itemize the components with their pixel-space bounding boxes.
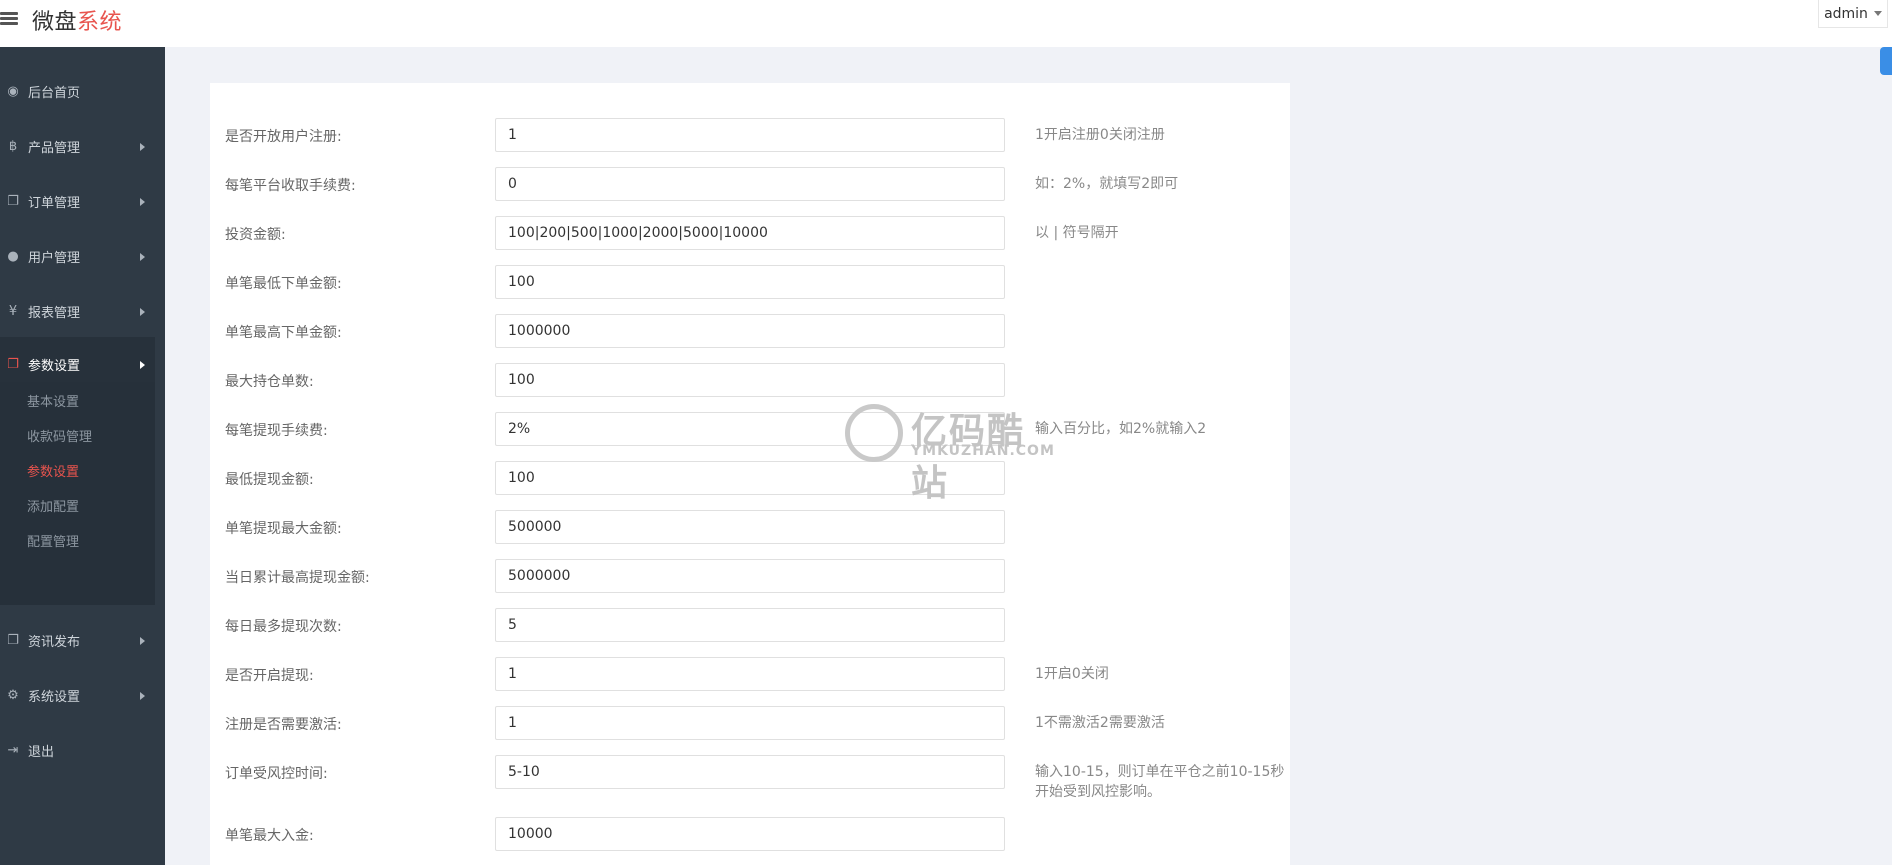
sidebar-item-label: 参数设置 [28,359,81,374]
sidebar: ◉ 后台首页 ฿ 产品管理 ❐ 订单管理 ● 用户管理 ¥ 报表管理 ❐ 参数设… [0,47,165,865]
field-label: 最低提现金额: [225,472,314,488]
field-input-risk-time[interactable] [495,755,1005,789]
field-input-enable-withdraw[interactable] [495,657,1005,691]
field-input-open-register[interactable] [495,118,1005,152]
user-icon: ● [7,248,19,264]
brand-title: 微盘系统 [32,4,122,36]
sidebar-item-label: 产品管理 [28,141,81,156]
field-help: 1开启注册0关闭注册 [1035,127,1165,143]
field-input-platform-fee[interactable] [495,167,1005,201]
field-label: 单笔最高下单金额: [225,325,342,341]
dashboard-icon: ◉ [7,83,19,99]
sidebar-item-label: 后台首页 [28,86,81,101]
field-label: 投资金额: [225,227,286,243]
user-name: admin [1824,5,1868,22]
brand-main: 微盘 [32,10,78,35]
sidebar-item-label: 报表管理 [28,306,81,321]
field-help: 输入10-15，则订单在平仓之前10-15秒开始受到风控影响。 [1035,764,1285,800]
caret-down-icon [1873,11,1882,16]
submenu-item-params[interactable]: 参数设置 [27,461,79,480]
caret-right-icon [140,636,145,645]
field-input-register-activation[interactable] [495,706,1005,740]
sidebar-item-label: 系统设置 [28,690,81,705]
sidebar-item-logout[interactable]: ⇥ 退出 [0,723,165,778]
copy-icon: ❐ [7,193,19,209]
submenu-item-basic[interactable]: 基本设置 [27,391,79,410]
field-label: 注册是否需要激活: [225,717,342,733]
field-input-max-deposit[interactable] [495,817,1005,851]
field-input-daily-withdraw-count[interactable] [495,608,1005,642]
sidebar-item-label: 退出 [28,745,55,760]
sidebar-item-news[interactable]: ❐ 资讯发布 [0,613,165,668]
field-label: 是否开放用户注册: [225,129,342,145]
field-input-max-order[interactable] [495,314,1005,348]
caret-right-icon [140,197,145,206]
field-label: 每笔平台收取手续费: [225,178,356,194]
field-help: 1不需激活2需要激活 [1035,715,1165,731]
field-input-min-order[interactable] [495,265,1005,299]
caret-right-icon [140,691,145,700]
caret-right-icon [140,360,145,369]
field-label: 是否开启提现: [225,668,314,684]
field-input-min-withdraw[interactable] [495,461,1005,495]
settings-form-card: 是否开放用户注册: 1开启注册0关闭注册 每笔平台收取手续费: 如：2%，就填写… [210,83,1290,865]
caret-right-icon [140,307,145,316]
submenu-item-qrcode[interactable]: 收款码管理 [27,426,92,445]
sidebar-item-reports[interactable]: ¥ 报表管理 [0,284,165,339]
field-label: 订单受风控时间: [225,766,328,782]
field-label: 单笔最低下单金额: [225,276,342,292]
field-input-withdraw-fee[interactable] [495,412,1005,446]
yen-icon: ¥ [8,303,18,319]
field-help: 以 | 符号隔开 [1035,225,1119,241]
sidebar-item-products[interactable]: ฿ 产品管理 [0,119,165,174]
field-input-daily-withdraw-limit[interactable] [495,559,1005,593]
top-bar: 微盘系统 admin [0,0,1892,47]
field-input-max-positions[interactable] [495,363,1005,397]
submenu-item-add-config[interactable]: 添加配置 [27,496,79,515]
bitcoin-icon: ฿ [8,138,18,154]
menu-toggle-icon[interactable] [0,8,22,28]
sidebar-item-label: 资讯发布 [28,635,81,650]
field-label: 当日累计最高提现金额: [225,570,370,586]
gears-icon: ⚙ [7,687,19,703]
submenu-item-manage-config[interactable]: 配置管理 [27,531,79,550]
field-label: 单笔最大入金: [225,828,314,844]
field-help: 输入百分比，如2%就输入2 [1035,421,1207,437]
sidebar-item-dashboard[interactable]: ◉ 后台首页 [0,64,165,119]
sidebar-submenu: 基本设置 收款码管理 参数设置 添加配置 配置管理 [0,382,155,605]
sidebar-item-system[interactable]: ⚙ 系统设置 [0,668,165,723]
copy-icon: ❐ [7,632,19,648]
field-input-max-withdraw[interactable] [495,510,1005,544]
caret-right-icon [140,142,145,151]
brand-accent: 系统 [77,10,123,35]
sidebar-item-users[interactable]: ● 用户管理 [0,229,165,284]
sign-out-icon: ⇥ [7,742,19,758]
sidebar-item-label: 订单管理 [28,196,81,211]
field-label: 最大持仓单数: [225,374,314,390]
sidebar-item-orders[interactable]: ❐ 订单管理 [0,174,165,229]
field-label: 每日最多提现次数: [225,619,342,635]
copy-icon: ❐ [7,356,19,372]
floating-tool-tab[interactable] [1880,47,1892,75]
field-help: 如：2%，就填写2即可 [1035,176,1179,192]
field-help: 1开启0关闭 [1035,666,1109,682]
field-label: 每笔提现手续费: [225,423,328,439]
field-input-invest-amounts[interactable] [495,216,1005,250]
sidebar-item-label: 用户管理 [28,251,81,266]
caret-right-icon [140,252,145,261]
field-label: 单笔提现最大金额: [225,521,342,537]
user-menu[interactable]: admin [1818,0,1888,28]
